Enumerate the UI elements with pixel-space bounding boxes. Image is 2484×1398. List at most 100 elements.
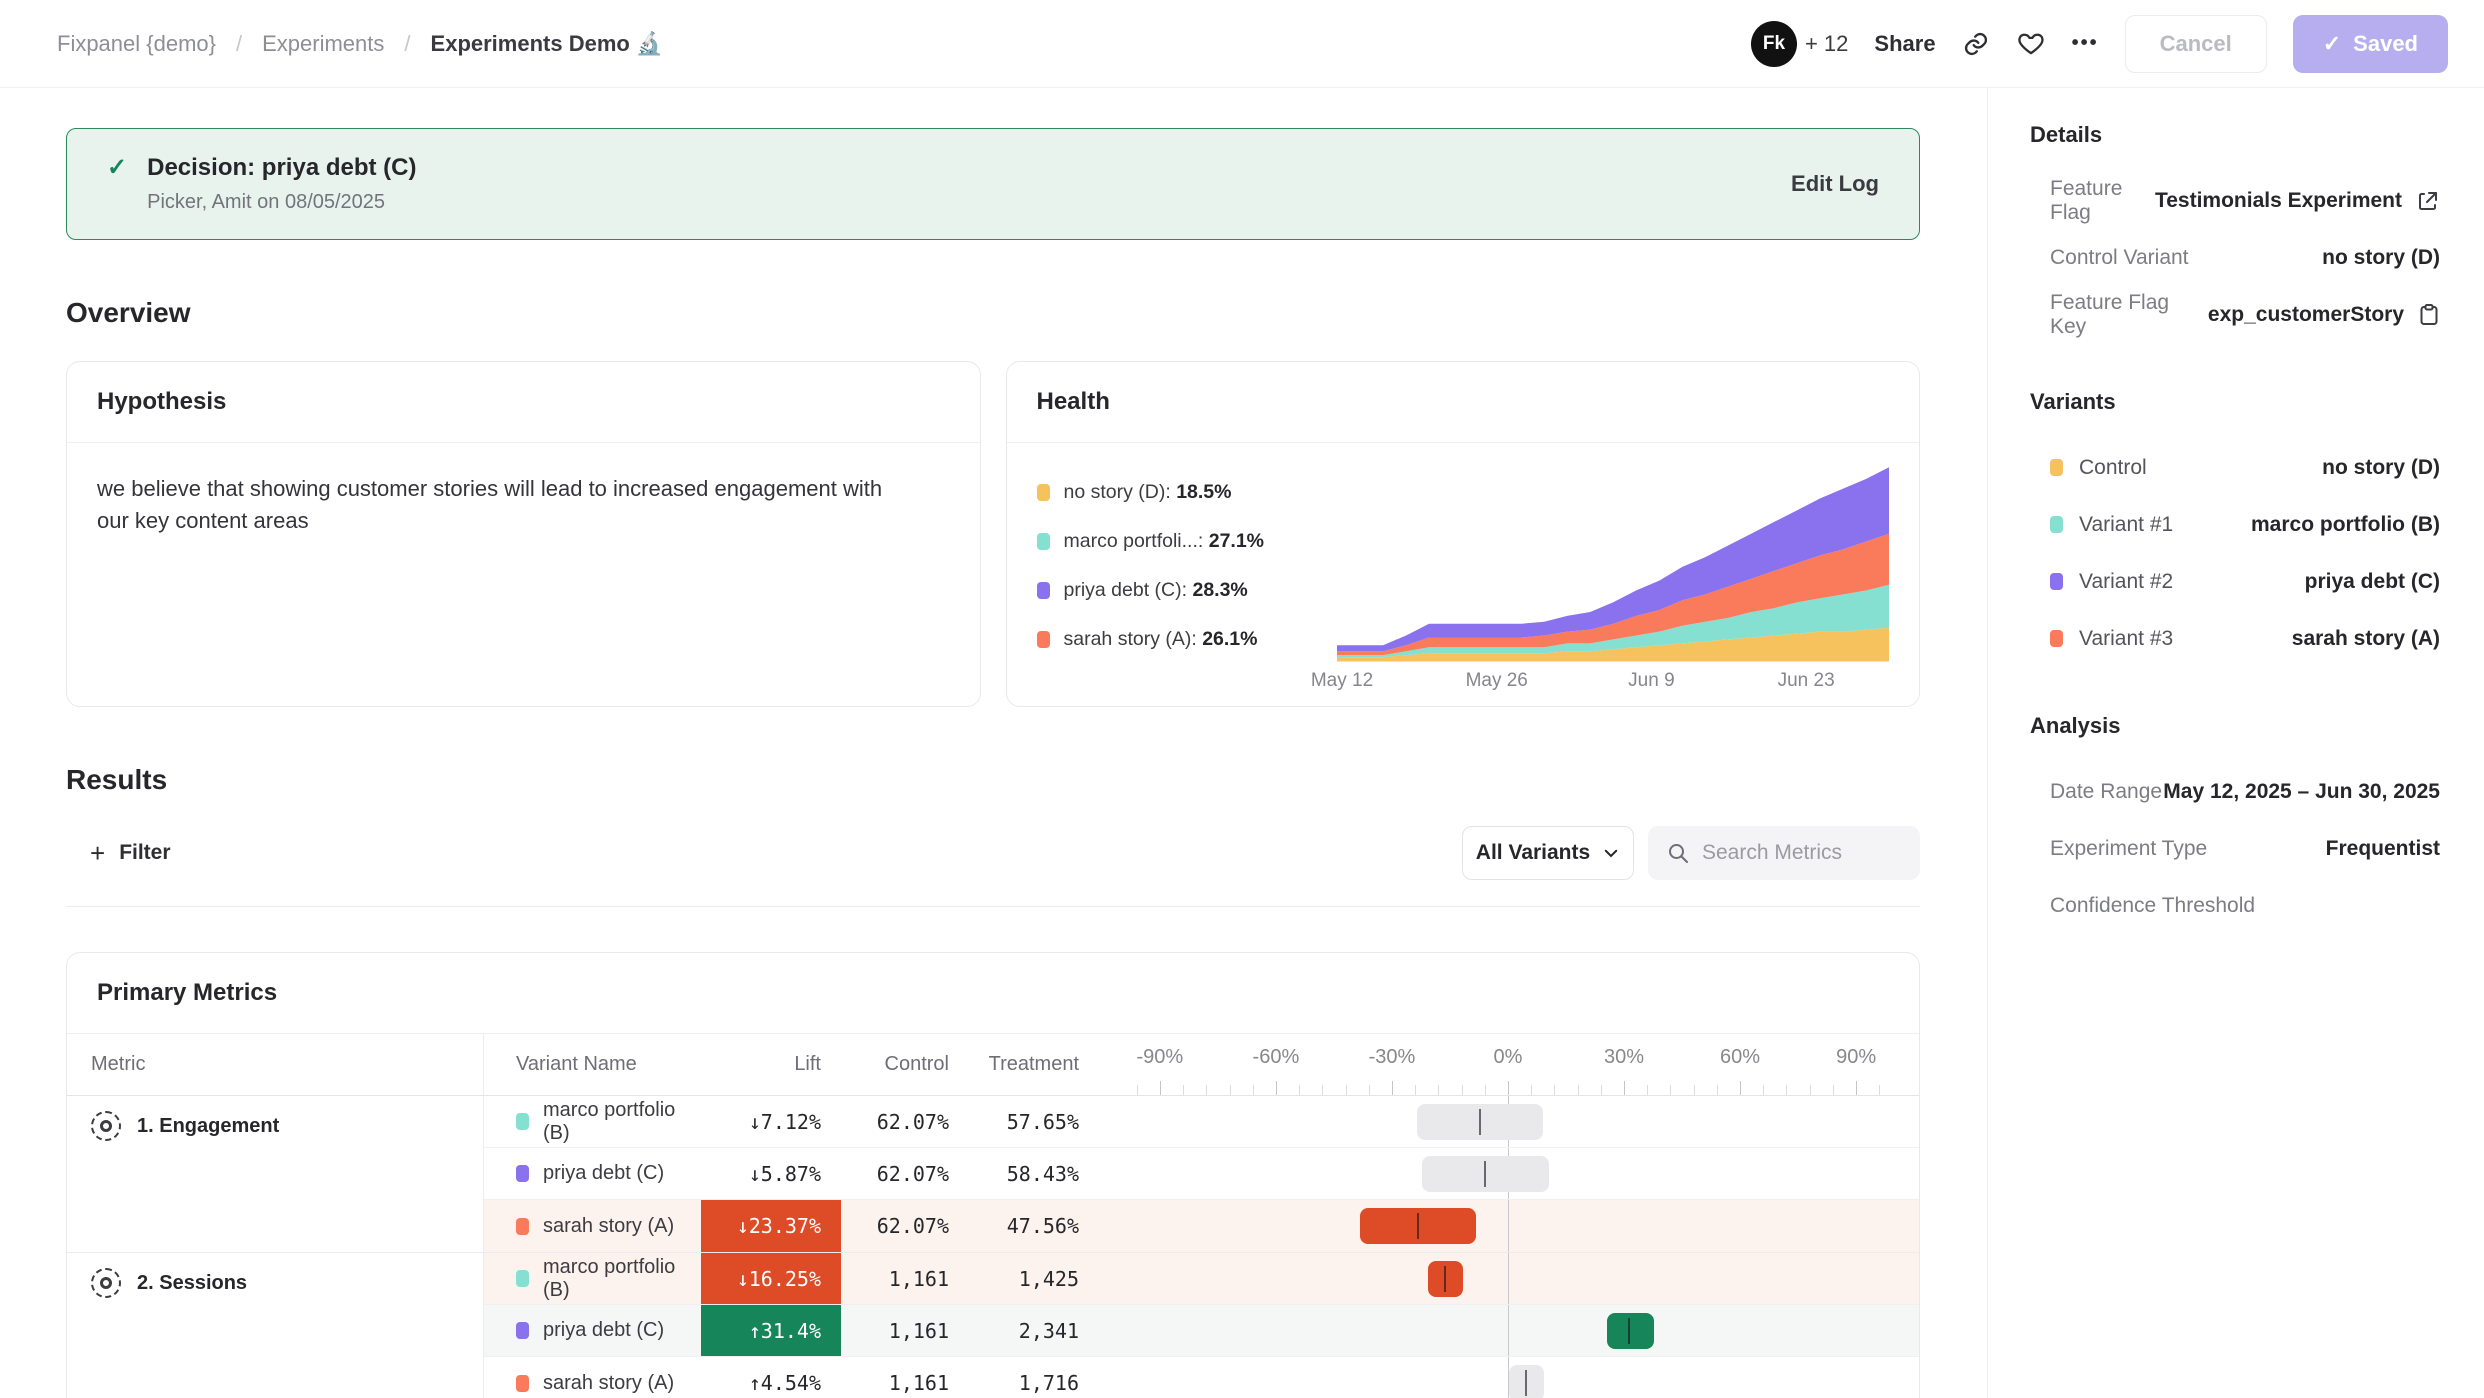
column-lift: Lift	[701, 1053, 841, 1076]
search-metrics-box[interactable]	[1648, 826, 1920, 880]
treatment-value: 47.56%	[961, 1214, 1091, 1238]
health-title: Health	[1007, 362, 1920, 443]
variant-slot-name: Variant #1	[2079, 513, 2173, 537]
confidence-interval-cell	[1095, 1305, 1919, 1356]
lift-axis-tick	[1230, 1085, 1231, 1095]
variant-name: marco portfolio (B)	[543, 1256, 701, 1302]
lift-axis: -90%-60%-30%0%30%60%90%	[1095, 1034, 1919, 1095]
edit-log-button[interactable]: Edit Log	[1791, 171, 1879, 197]
breadcrumb-current: Experiments Demo 🔬	[431, 31, 664, 57]
avatar[interactable]: Fk	[1751, 21, 1797, 67]
lift-axis-tick	[1670, 1085, 1671, 1095]
lift-cell: ↓23.37%	[701, 1200, 841, 1252]
confidence-interval-bar	[1422, 1156, 1549, 1192]
variants-dropdown[interactable]: All Variants	[1462, 826, 1634, 880]
lift-value: ↑4.54%	[749, 1371, 821, 1395]
mean-lift-tick	[1525, 1370, 1527, 1396]
variant-result-row: priya debt (C)↓5.87%62.07%58.43%	[484, 1148, 1919, 1200]
variant-result-row: sarah story (A)↓23.37%62.07%47.56%	[484, 1200, 1919, 1252]
confidence-interval-cell	[1095, 1200, 1919, 1252]
lift-axis-tick	[1322, 1085, 1323, 1095]
variant-name-cell: marco portfolio (B)	[484, 1099, 701, 1145]
metrics-table-header: Metric Variant Name Lift Control Treatme…	[67, 1034, 1919, 1096]
metric-cell[interactable]: 2. Sessions	[67, 1253, 484, 1398]
analysis-row: Experiment TypeFrequentist	[2030, 820, 2440, 877]
lift-axis-tick	[1485, 1085, 1486, 1095]
lift-axis-tick	[1346, 1085, 1347, 1095]
zero-baseline	[1508, 1253, 1509, 1304]
zero-baseline	[1508, 1200, 1509, 1252]
variant-value: marco portfolio (B)	[2251, 513, 2440, 537]
variant-value: sarah story (A)	[2292, 627, 2440, 651]
more-menu-icon[interactable]: •••	[2072, 32, 2099, 55]
lift-axis-tick	[1694, 1085, 1695, 1095]
column-metric: Metric	[67, 1034, 484, 1095]
variant-color-dot	[516, 1113, 529, 1130]
detail-label: Control Variant	[2050, 246, 2189, 270]
copy-icon[interactable]	[2418, 303, 2440, 327]
analysis-row: Confidence Threshold	[2030, 877, 2440, 934]
variant-color-dot	[516, 1270, 529, 1287]
lift-axis-tick	[1624, 1081, 1625, 1095]
legend-label: priya debt (C): 28.3%	[1064, 579, 1248, 602]
x-axis-tick-label: May 12	[1311, 670, 1373, 692]
variants-heading: Variants	[2030, 389, 2440, 415]
lift-value: ↓7.12%	[749, 1110, 821, 1134]
lift-axis-tick	[1415, 1085, 1416, 1095]
detail-row: Control Variantno story (D)	[2030, 229, 2440, 286]
lift-axis-tick	[1206, 1085, 1207, 1095]
copy-link-icon[interactable]	[1962, 30, 1990, 58]
lift-cell: ↓5.87%	[701, 1148, 841, 1199]
lift-axis-label: 0%	[1494, 1046, 1523, 1069]
lift-axis-tick	[1299, 1085, 1300, 1095]
variant-name: sarah story (A)	[543, 1372, 674, 1395]
share-button[interactable]: Share	[1874, 31, 1935, 57]
external-icon[interactable]	[2416, 189, 2440, 213]
lift-axis-tick	[1160, 1081, 1161, 1095]
variant-result-row: priya debt (C)↑31.4%1,1612,341	[484, 1305, 1919, 1357]
breadcrumb-project[interactable]: Fixpanel {demo}	[57, 31, 216, 57]
add-filter-button[interactable]: + Filter	[66, 838, 171, 869]
metric-name: 2. Sessions	[137, 1267, 247, 1295]
variants-section: Variants Controlno story (D) Variant #1 ma…	[2030, 389, 2440, 667]
lift-axis-label: 30%	[1604, 1046, 1644, 1069]
analysis-value: Frequentist	[2326, 837, 2440, 861]
metric-cell[interactable]: 1. Engagement	[67, 1096, 484, 1252]
collaborators-group[interactable]: Fk + 12	[1751, 21, 1848, 67]
breadcrumb-experiments[interactable]: Experiments	[262, 31, 384, 57]
health-legend-item: sarah story (A): 26.1%	[1037, 628, 1337, 651]
lift-axis-label: -30%	[1369, 1046, 1416, 1069]
variant-row: Variant #3sarah story (A)	[2030, 610, 2440, 667]
treatment-value: 58.43%	[961, 1162, 1091, 1186]
variant-row: Controlno story (D)	[2030, 439, 2440, 496]
search-metrics-input[interactable]	[1702, 841, 1902, 865]
legend-label: no story (D): 18.5%	[1064, 481, 1232, 504]
top-bar: Fixpanel {demo} / Experiments / Experime…	[0, 0, 2484, 88]
mean-lift-tick	[1417, 1213, 1419, 1239]
saved-button[interactable]: ✓ Saved	[2293, 15, 2448, 73]
health-legend-item: no story (D): 18.5%	[1037, 481, 1337, 504]
mean-lift-tick	[1484, 1161, 1486, 1187]
lift-axis-tick	[1856, 1081, 1857, 1095]
control-value: 1,161	[841, 1319, 961, 1343]
variant-name-cell: priya debt (C)	[484, 1319, 701, 1342]
analysis-heading: Analysis	[2030, 713, 2440, 739]
variant-row: Variant #2priya debt (C)	[2030, 553, 2440, 610]
variant-value: priya debt (C)	[2305, 570, 2440, 594]
treatment-value: 2,341	[961, 1319, 1091, 1343]
main-content: ✓ Decision: priya debt (C) Picker, Amit …	[0, 88, 1987, 1398]
analysis-label: Date Range	[2050, 780, 2162, 804]
control-value: 62.07%	[841, 1110, 961, 1134]
cancel-button[interactable]: Cancel	[2125, 15, 2267, 73]
lift-axis-tick	[1879, 1085, 1880, 1095]
hypothesis-card: Hypothesis we believe that showing custo…	[66, 361, 981, 707]
lift-cell: ↑4.54%	[701, 1357, 841, 1398]
primary-metrics-title: Primary Metrics	[67, 953, 1919, 1034]
favorite-heart-icon[interactable]	[2016, 29, 2046, 59]
lift-value: ↓16.25%	[737, 1267, 821, 1291]
analysis-section: Analysis Date RangeMay 12, 2025 – Jun 30…	[2030, 713, 2440, 934]
detail-value: Testimonials Experiment	[2155, 189, 2440, 213]
lift-axis-tick	[1392, 1081, 1393, 1095]
health-chart: May 12May 26Jun 9Jun 23	[1337, 465, 1890, 696]
metric-group: 1. Engagementmarco portfolio (B) ↓7.12% 62…	[67, 1096, 1919, 1253]
